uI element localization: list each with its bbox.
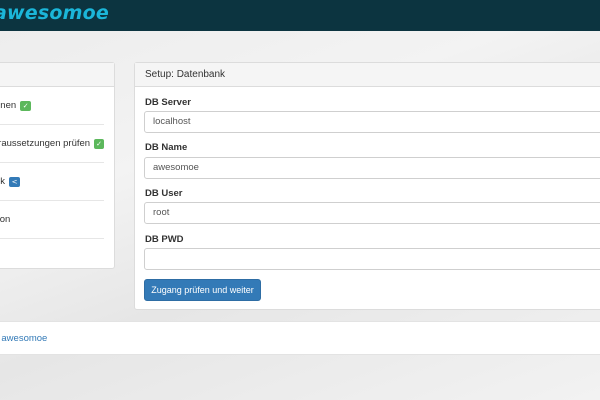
db-name-input[interactable]: awesomoe <box>144 157 600 179</box>
step-label: nk <box>0 176 6 187</box>
steps-panel-heading <box>0 63 114 87</box>
check-icon: ✓ <box>94 138 104 149</box>
brand-logo[interactable]: awesomoe <box>0 2 109 24</box>
footer-link[interactable]: awesomoe <box>1 333 47 344</box>
db-name-label: DB Name <box>145 142 188 153</box>
top-navbar: awesomoe <box>0 0 600 31</box>
check-icon: ✓ <box>20 100 32 111</box>
step-item[interactable]: onen ✓ <box>0 87 104 125</box>
step-item[interactable]: nk < <box>0 163 104 201</box>
step-item[interactable]: rraussetzungen prüfen ✓ <box>0 125 104 163</box>
chevron-left-icon: < <box>9 176 21 187</box>
step-item[interactable]: n <box>0 239 104 277</box>
db-pwd-input[interactable] <box>144 248 600 270</box>
db-pwd-label: DB PWD <box>145 234 184 245</box>
setup-panel-title: Setup: Datenbank <box>135 63 600 87</box>
step-label: onen <box>0 100 17 111</box>
steps-list: onen ✓ rraussetzungen prüfen ✓ nk < tion… <box>0 87 114 277</box>
db-user-input[interactable]: root <box>144 202 600 224</box>
step-item[interactable]: tion <box>0 201 104 239</box>
db-user-label: DB User <box>145 188 183 199</box>
steps-panel: onen ✓ rraussetzungen prüfen ✓ nk < tion… <box>0 62 115 269</box>
db-server-input[interactable]: localhost <box>144 111 600 133</box>
step-label: tion <box>0 214 11 225</box>
footer: y awesomoe <box>0 321 600 355</box>
db-server-label: DB Server <box>145 97 191 108</box>
check-access-button[interactable]: Zugang prüfen und weiter <box>144 279 261 301</box>
step-label: rraussetzungen prüfen <box>0 138 91 149</box>
setup-panel: Setup: Datenbank DB Server localhost DB … <box>134 62 600 310</box>
